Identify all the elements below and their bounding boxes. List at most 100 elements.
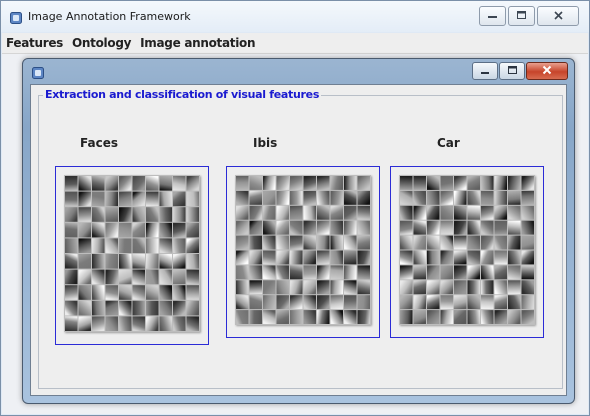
feature-patch: [263, 235, 276, 250]
internal-frame-title-bar[interactable]: [23, 59, 574, 83]
feature-patch: [467, 265, 480, 280]
feature-patch: [521, 265, 534, 280]
feature-patch: [317, 310, 330, 324]
faces-feature-panel[interactable]: [55, 166, 209, 345]
ibis-feature-image: [236, 176, 370, 324]
minimize-icon: [488, 11, 497, 21]
menu-image-annotation[interactable]: Image annotation: [136, 36, 260, 50]
title-bar[interactable]: Image Annotation Framework: [1, 1, 589, 32]
feature-patch: [427, 295, 440, 310]
feature-patch: [92, 300, 105, 316]
feature-patch: [119, 176, 132, 191]
feature-patch: [290, 295, 303, 310]
feature-patch: [467, 310, 480, 324]
close-button[interactable]: [537, 6, 579, 26]
feature-patch: [119, 191, 132, 207]
maximize-button[interactable]: [508, 6, 535, 26]
close-icon: [553, 10, 563, 22]
feature-patch: [413, 205, 426, 220]
feature-patch: [303, 295, 316, 310]
feature-patch: [159, 238, 172, 253]
feature-patch: [173, 285, 186, 300]
car-feature-panel[interactable]: [390, 166, 544, 338]
feature-patch: [92, 238, 105, 253]
group-legend: Extraction and classification of visual …: [43, 88, 322, 101]
feature-patch: [508, 265, 521, 280]
ibis-feature-panel[interactable]: [226, 166, 380, 338]
feature-patch: [159, 191, 172, 207]
feature-patch: [521, 310, 534, 324]
feature-patch: [494, 220, 507, 235]
feature-patch: [290, 190, 303, 205]
menu-features[interactable]: Features: [2, 36, 68, 50]
feature-patch: [276, 235, 289, 250]
feature-patch: [173, 238, 186, 253]
feature-patch: [249, 295, 262, 310]
feature-patch: [400, 265, 413, 280]
feature-patch: [159, 269, 172, 285]
feature-patch: [494, 190, 507, 205]
feature-patch: [173, 222, 186, 238]
internal-minimize-button[interactable]: [472, 62, 498, 80]
feature-patch: [413, 220, 426, 235]
minimize-button[interactable]: [479, 6, 506, 26]
feature-patch: [92, 191, 105, 207]
feature-patch: [146, 238, 159, 253]
feature-patch: [186, 207, 199, 222]
menu-ontology[interactable]: Ontology: [68, 36, 136, 50]
feature-patch: [276, 220, 289, 235]
feature-patch: [78, 191, 91, 207]
feature-patch: [330, 235, 343, 250]
feature-patch: [400, 176, 413, 190]
feature-patch: [427, 190, 440, 205]
feature-patch: [263, 220, 276, 235]
feature-patch: [78, 222, 91, 238]
feature-patch: [344, 190, 357, 205]
feature-patch: [400, 205, 413, 220]
feature-patch: [317, 176, 330, 190]
feature-patch: [119, 238, 132, 253]
internal-maximize-button[interactable]: [499, 62, 525, 80]
feature-patch: [440, 220, 453, 235]
feature-patch: [330, 250, 343, 265]
feature-patch: [263, 205, 276, 220]
ibis-feature-grid: [235, 175, 371, 325]
feature-patch: [303, 265, 316, 280]
feature-patch: [146, 222, 159, 238]
feature-patch: [105, 176, 118, 191]
feature-patch: [159, 207, 172, 222]
feature-patch: [481, 310, 494, 324]
feature-patch: [65, 269, 78, 285]
feature-patch: [427, 280, 440, 295]
feature-patch: [344, 220, 357, 235]
feature-patch: [413, 295, 426, 310]
feature-patch: [521, 295, 534, 310]
feature-patch: [508, 190, 521, 205]
feature-patch: [78, 254, 91, 269]
feature-patch: [132, 238, 145, 253]
feature-patch: [290, 265, 303, 280]
feature-patch: [467, 190, 480, 205]
feature-patch: [119, 285, 132, 300]
feature-patch: [92, 254, 105, 269]
feature-patch: [427, 250, 440, 265]
feature-patch: [105, 316, 118, 331]
feature-patch: [276, 310, 289, 324]
feature-patch: [173, 254, 186, 269]
feature-patch: [344, 265, 357, 280]
feature-patch: [146, 254, 159, 269]
feature-patch: [357, 205, 370, 220]
feature-patch: [290, 235, 303, 250]
feature-patch: [317, 265, 330, 280]
feature-patch: [357, 220, 370, 235]
feature-patch: [454, 280, 467, 295]
feature-patch: [317, 280, 330, 295]
feature-patch: [467, 220, 480, 235]
feature-patch: [263, 295, 276, 310]
feature-patch: [290, 176, 303, 190]
feature-patch: [132, 207, 145, 222]
menu-bar: Features Ontology Image annotation: [2, 33, 588, 54]
feature-patch: [303, 250, 316, 265]
internal-close-button[interactable]: [526, 62, 568, 80]
feature-patch: [400, 250, 413, 265]
